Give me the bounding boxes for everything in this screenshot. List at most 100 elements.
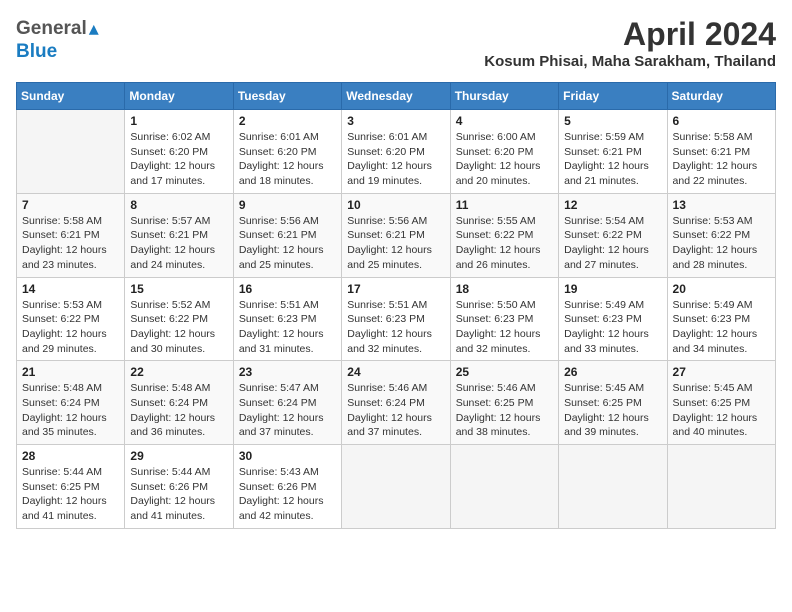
day-info: Sunrise: 5:56 AM Sunset: 6:21 PM Dayligh…	[347, 214, 444, 273]
weekday-header-cell: Wednesday	[342, 83, 450, 110]
location-title: Kosum Phisai, Maha Sarakham, Thailand	[484, 53, 776, 70]
logo: General ▴ Blue	[16, 16, 99, 63]
day-number: 10	[347, 198, 444, 212]
day-number: 13	[673, 198, 770, 212]
day-info: Sunrise: 5:51 AM Sunset: 6:23 PM Dayligh…	[239, 298, 336, 357]
day-info: Sunrise: 6:01 AM Sunset: 6:20 PM Dayligh…	[347, 130, 444, 189]
weekday-header-cell: Tuesday	[233, 83, 341, 110]
calendar-cell: 3 Sunrise: 6:01 AM Sunset: 6:20 PM Daylig…	[342, 110, 450, 194]
day-info: Sunrise: 5:43 AM Sunset: 6:26 PM Dayligh…	[239, 465, 336, 524]
day-number: 30	[239, 449, 336, 463]
day-info: Sunrise: 6:00 AM Sunset: 6:20 PM Dayligh…	[456, 130, 553, 189]
calendar-cell: 6 Sunrise: 5:58 AM Sunset: 6:21 PM Daylig…	[667, 110, 775, 194]
day-number: 7	[22, 198, 119, 212]
day-info: Sunrise: 5:49 AM Sunset: 6:23 PM Dayligh…	[673, 298, 770, 357]
weekday-header-cell: Saturday	[667, 83, 775, 110]
calendar-week-row: 7 Sunrise: 5:58 AM Sunset: 6:21 PM Daylig…	[17, 193, 776, 277]
day-number: 11	[456, 198, 553, 212]
day-info: Sunrise: 5:55 AM Sunset: 6:22 PM Dayligh…	[456, 214, 553, 273]
day-info: Sunrise: 5:44 AM Sunset: 6:26 PM Dayligh…	[130, 465, 227, 524]
calendar-cell	[667, 445, 775, 529]
day-info: Sunrise: 5:51 AM Sunset: 6:23 PM Dayligh…	[347, 298, 444, 357]
day-info: Sunrise: 5:50 AM Sunset: 6:23 PM Dayligh…	[456, 298, 553, 357]
day-number: 26	[564, 365, 661, 379]
day-info: Sunrise: 5:58 AM Sunset: 6:21 PM Dayligh…	[673, 130, 770, 189]
day-number: 3	[347, 114, 444, 128]
weekday-header-cell: Monday	[125, 83, 233, 110]
day-number: 22	[130, 365, 227, 379]
calendar-body: 1 Sunrise: 6:02 AM Sunset: 6:20 PM Daylig…	[17, 110, 776, 529]
calendar-week-row: 14Sunrise: 5:53 AM Sunset: 6:22 PM Dayli…	[17, 277, 776, 361]
day-info: Sunrise: 6:02 AM Sunset: 6:20 PM Dayligh…	[130, 130, 227, 189]
day-info: Sunrise: 5:54 AM Sunset: 6:22 PM Dayligh…	[564, 214, 661, 273]
calendar-cell: 24Sunrise: 5:46 AM Sunset: 6:24 PM Dayli…	[342, 361, 450, 445]
day-info: Sunrise: 5:53 AM Sunset: 6:22 PM Dayligh…	[673, 214, 770, 273]
day-info: Sunrise: 5:57 AM Sunset: 6:21 PM Dayligh…	[130, 214, 227, 273]
day-number: 15	[130, 282, 227, 296]
calendar-cell: 7 Sunrise: 5:58 AM Sunset: 6:21 PM Daylig…	[17, 193, 125, 277]
calendar-cell	[342, 445, 450, 529]
day-number: 23	[239, 365, 336, 379]
calendar-cell: 22Sunrise: 5:48 AM Sunset: 6:24 PM Dayli…	[125, 361, 233, 445]
day-info: Sunrise: 5:44 AM Sunset: 6:25 PM Dayligh…	[22, 465, 119, 524]
day-info: Sunrise: 6:01 AM Sunset: 6:20 PM Dayligh…	[239, 130, 336, 189]
header: General ▴ Blue April 2024 Kosum Phisai, …	[16, 16, 776, 70]
day-number: 5	[564, 114, 661, 128]
day-number: 8	[130, 198, 227, 212]
weekday-header-cell: Thursday	[450, 83, 558, 110]
day-number: 19	[564, 282, 661, 296]
calendar-cell	[17, 110, 125, 194]
calendar-cell	[450, 445, 558, 529]
calendar-cell: 16 Sunrise: 5:51 AM Sunset: 6:23 PM Dayli…	[233, 277, 341, 361]
day-number: 27	[673, 365, 770, 379]
day-number: 21	[22, 365, 119, 379]
calendar-cell: 23Sunrise: 5:47 AM Sunset: 6:24 PM Dayli…	[233, 361, 341, 445]
calendar-cell	[559, 445, 667, 529]
calendar-week-row: 21 Sunrise: 5:48 AM Sunset: 6:24 PM Dayli…	[17, 361, 776, 445]
calendar-cell: 2 Sunrise: 6:01 AM Sunset: 6:20 PM Daylig…	[233, 110, 341, 194]
calendar-cell: 20 Sunrise: 5:49 AM Sunset: 6:23 PM Dayli…	[667, 277, 775, 361]
day-info: Sunrise: 5:58 AM Sunset: 6:21 PM Dayligh…	[22, 214, 119, 273]
calendar-cell: 14Sunrise: 5:53 AM Sunset: 6:22 PM Dayli…	[17, 277, 125, 361]
day-number: 1	[130, 114, 227, 128]
calendar-cell: 9 Sunrise: 5:56 AM Sunset: 6:21 PM Daylig…	[233, 193, 341, 277]
calendar-cell: 30 Sunrise: 5:43 AM Sunset: 6:26 PM Dayli…	[233, 445, 341, 529]
logo-bird-icon: ▴	[89, 16, 99, 41]
day-info: Sunrise: 5:56 AM Sunset: 6:21 PM Dayligh…	[239, 214, 336, 273]
day-number: 29	[130, 449, 227, 463]
month-title: April 2024	[484, 16, 776, 53]
calendar-cell: 26 Sunrise: 5:45 AM Sunset: 6:25 PM Dayli…	[559, 361, 667, 445]
day-number: 28	[22, 449, 119, 463]
calendar-cell: 1 Sunrise: 6:02 AM Sunset: 6:20 PM Daylig…	[125, 110, 233, 194]
calendar-cell: 4 Sunrise: 6:00 AM Sunset: 6:20 PM Daylig…	[450, 110, 558, 194]
day-info: Sunrise: 5:52 AM Sunset: 6:22 PM Dayligh…	[130, 298, 227, 357]
day-number: 2	[239, 114, 336, 128]
day-info: Sunrise: 5:45 AM Sunset: 6:25 PM Dayligh…	[564, 381, 661, 440]
calendar-cell: 11 Sunrise: 5:55 AM Sunset: 6:22 PM Dayli…	[450, 193, 558, 277]
calendar-week-row: 1 Sunrise: 6:02 AM Sunset: 6:20 PM Daylig…	[17, 110, 776, 194]
logo-blue: Blue	[16, 41, 57, 63]
weekday-header-cell: Sunday	[17, 83, 125, 110]
day-info: Sunrise: 5:59 AM Sunset: 6:21 PM Dayligh…	[564, 130, 661, 189]
calendar-cell: 28 Sunrise: 5:44 AM Sunset: 6:25 PM Dayli…	[17, 445, 125, 529]
day-number: 17	[347, 282, 444, 296]
weekday-header-row: SundayMondayTuesdayWednesdayThursdayFrid…	[17, 83, 776, 110]
calendar-cell: 8 Sunrise: 5:57 AM Sunset: 6:21 PM Daylig…	[125, 193, 233, 277]
day-info: Sunrise: 5:49 AM Sunset: 6:23 PM Dayligh…	[564, 298, 661, 357]
calendar-cell: 17 Sunrise: 5:51 AM Sunset: 6:23 PM Dayli…	[342, 277, 450, 361]
day-info: Sunrise: 5:53 AM Sunset: 6:22 PM Dayligh…	[22, 298, 119, 357]
day-number: 9	[239, 198, 336, 212]
calendar-cell: 5 Sunrise: 5:59 AM Sunset: 6:21 PM Daylig…	[559, 110, 667, 194]
day-number: 24	[347, 365, 444, 379]
day-number: 4	[456, 114, 553, 128]
calendar-cell: 19 Sunrise: 5:49 AM Sunset: 6:23 PM Dayli…	[559, 277, 667, 361]
day-number: 16	[239, 282, 336, 296]
day-number: 20	[673, 282, 770, 296]
day-number: 12	[564, 198, 661, 212]
day-number: 6	[673, 114, 770, 128]
day-number: 25	[456, 365, 553, 379]
calendar-cell: 10 Sunrise: 5:56 AM Sunset: 6:21 PM Dayli…	[342, 193, 450, 277]
calendar-cell: 29 Sunrise: 5:44 AM Sunset: 6:26 PM Dayli…	[125, 445, 233, 529]
calendar-cell: 13 Sunrise: 5:53 AM Sunset: 6:22 PM Dayli…	[667, 193, 775, 277]
day-info: Sunrise: 5:48 AM Sunset: 6:24 PM Dayligh…	[22, 381, 119, 440]
